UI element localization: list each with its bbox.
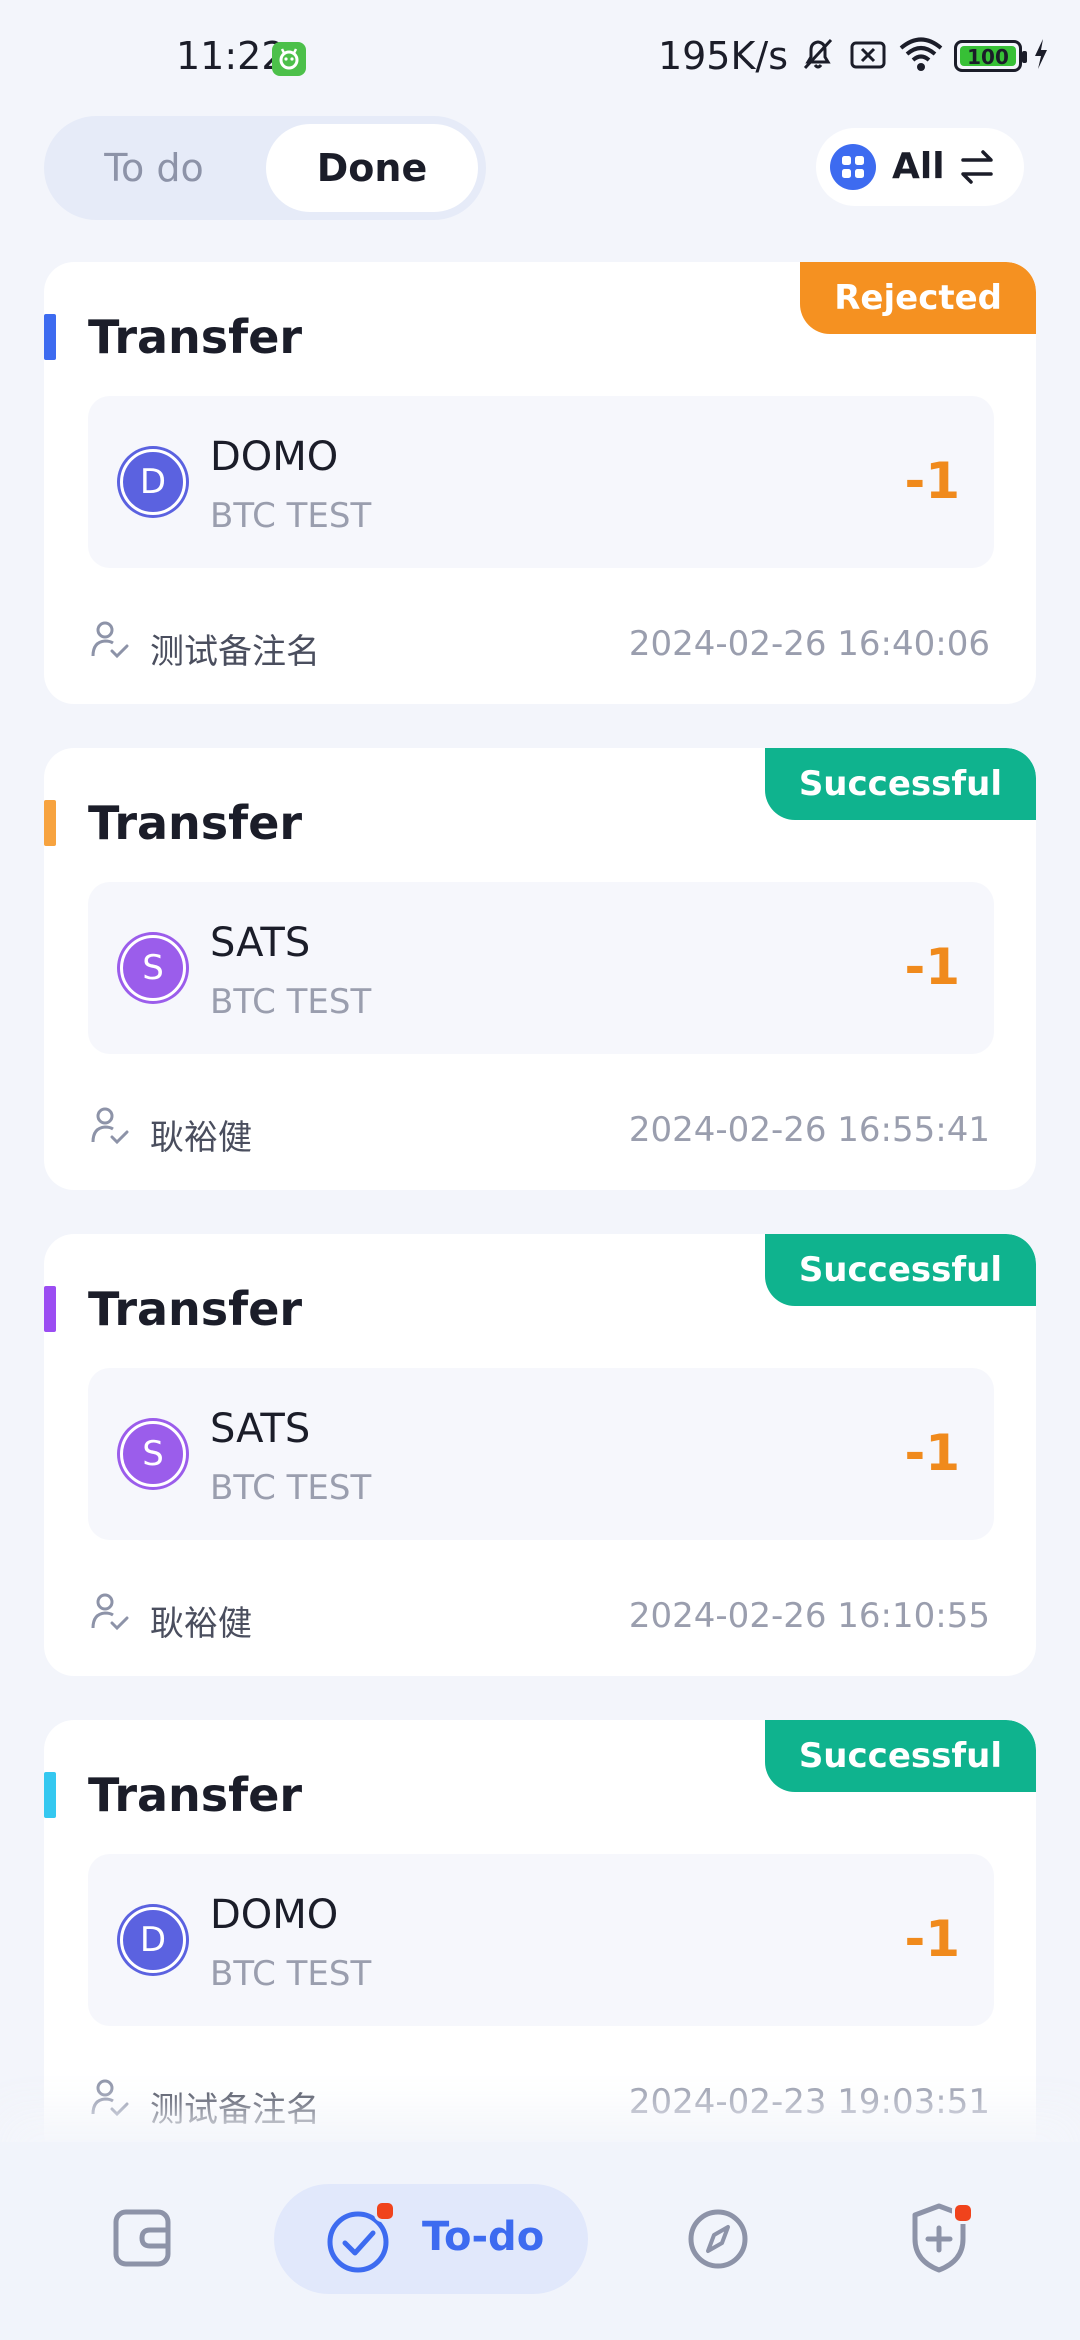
compass-icon (686, 2209, 750, 2298)
timestamp: 2024-02-26 16:10:55 (628, 1596, 990, 1636)
wallet-icon (110, 2209, 176, 2298)
notification-dot (952, 2202, 974, 2224)
asset-network: BTC TEST (210, 982, 372, 1022)
user-check-icon (88, 618, 132, 666)
token-letter: D (139, 462, 167, 502)
app-notification-icon (272, 42, 306, 76)
asset-amount: -1 (904, 1910, 960, 1968)
card-accent-bar (44, 1772, 56, 1818)
swap-icon (956, 146, 998, 192)
timestamp: 2024-02-23 19:03:51 (628, 2082, 990, 2122)
status-badge: Rejected (800, 262, 1036, 334)
nav-explore[interactable] (686, 2184, 750, 2294)
card-accent-bar (44, 1286, 56, 1332)
bottom-navigation: To-do (0, 2142, 1080, 2340)
timestamp: 2024-02-26 16:55:41 (628, 1110, 990, 1150)
user-check-icon (88, 1104, 132, 1152)
filter-all-button[interactable]: All (816, 128, 1024, 206)
transaction-card[interactable]: Transfer Successful D DOMO BTC TEST -1 测… (44, 1720, 1036, 2162)
nav-wallet[interactable] (110, 2184, 176, 2294)
tab-to-do[interactable]: To do (54, 124, 254, 212)
approver-name: 测试备注名 (150, 632, 320, 672)
transaction-card[interactable]: Transfer Rejected D DOMO BTC TEST -1 测试备… (44, 262, 1036, 704)
mute-icon (798, 34, 838, 78)
asset-name: SATS (210, 920, 311, 966)
token-letter: S (142, 1434, 164, 1474)
token-icon: S (120, 1421, 186, 1487)
shield-plus-icon (906, 2203, 972, 2298)
status-badge: Successful (764, 1234, 1036, 1306)
asset-amount: -1 (904, 1424, 960, 1482)
status-badge: Successful (764, 1720, 1036, 1792)
user-check-icon (88, 2076, 132, 2124)
asset-amount: -1 (904, 452, 960, 510)
token-icon: D (120, 449, 186, 515)
asset-amount: -1 (904, 938, 960, 996)
status-badge: Successful (764, 748, 1036, 820)
charging-icon (1032, 37, 1050, 75)
asset-row: D DOMO BTC TEST -1 (88, 396, 994, 568)
asset-name: DOMO (210, 434, 339, 480)
approver-name: 耿裕健 (150, 1118, 252, 1158)
card-title: Transfer (88, 1768, 303, 1822)
status-indicators: 195K/s 100 (657, 34, 1050, 78)
asset-row: S SATS BTC TEST -1 (88, 1368, 994, 1540)
card-title: Transfer (88, 1282, 303, 1336)
asset-network: BTC TEST (210, 1954, 372, 1994)
grid-icon (830, 144, 876, 190)
status-time: 11:22 (176, 34, 286, 78)
token-icon: S (120, 935, 186, 1001)
asset-name: DOMO (210, 1892, 339, 1938)
asset-network: BTC TEST (210, 496, 372, 536)
wifi-icon (898, 34, 944, 78)
transaction-card[interactable]: Transfer Successful S SATS BTC TEST -1 耿… (44, 1234, 1036, 1676)
nav-to-do[interactable]: To-do (274, 2184, 588, 2294)
approver-name: 测试备注名 (150, 2090, 320, 2130)
transaction-card[interactable]: Transfer Successful S SATS BTC TEST -1 耿… (44, 748, 1036, 1190)
approver-name: 耿裕健 (150, 1604, 252, 1644)
card-accent-bar (44, 314, 56, 360)
card-title: Transfer (88, 796, 303, 850)
card-title: Transfer (88, 310, 303, 364)
asset-row: S SATS BTC TEST -1 (88, 882, 994, 1054)
battery-icon: 100 (954, 40, 1027, 72)
asset-name: SATS (210, 1406, 311, 1452)
nav-security[interactable] (906, 2184, 974, 2294)
filter-label: All (892, 146, 945, 187)
asset-row: D DOMO BTC TEST -1 (88, 1854, 994, 2026)
token-letter: S (142, 948, 164, 988)
status-bar: 11:22 195K/s 100 (0, 0, 1080, 118)
notification-dot (374, 2200, 396, 2222)
timestamp: 2024-02-26 16:40:06 (628, 624, 990, 664)
asset-network: BTC TEST (210, 1468, 372, 1508)
card-accent-bar (44, 800, 56, 846)
tab-switcher: To do Done (44, 116, 486, 220)
battery-level: 100 (967, 45, 1009, 69)
user-check-icon (88, 1590, 132, 1638)
network-speed: 195K/s (657, 34, 788, 78)
tab-done[interactable]: Done (266, 124, 478, 212)
sim-off-icon (848, 34, 888, 78)
token-icon: D (120, 1907, 186, 1973)
nav-to-do-label: To-do (422, 2214, 545, 2260)
token-letter: D (139, 1920, 167, 1960)
